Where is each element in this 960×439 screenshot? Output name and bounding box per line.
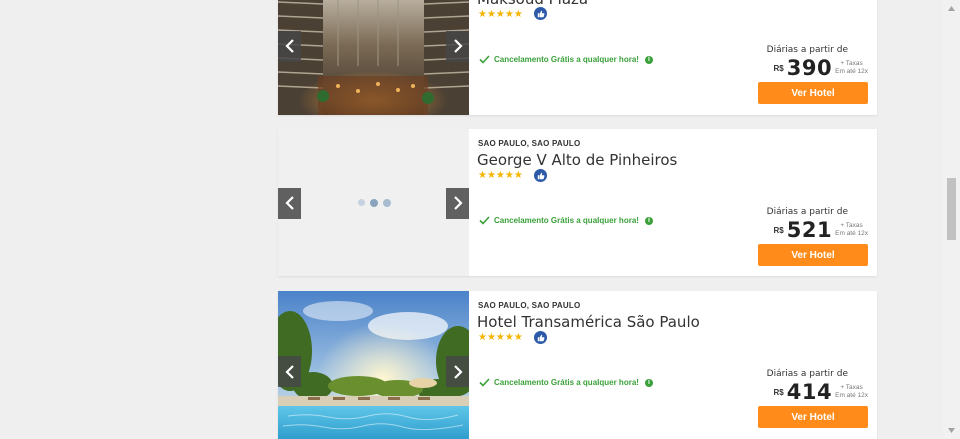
free-cancellation-text: Cancelamento Grátis a qualquer hora! — [494, 378, 639, 387]
check-icon — [479, 216, 490, 225]
hotel-info: SAO PAULO, SAO PAULO Hotel Transamérica … — [469, 291, 877, 439]
view-hotel-button[interactable]: Ver Hotel — [758, 82, 868, 104]
taxes-line: + Taxas — [840, 222, 863, 229]
hotel-stars: ★★★★★ — [478, 9, 523, 20]
price-currency: R$ — [773, 225, 784, 235]
view-hotel-button[interactable]: Ver Hotel — [758, 406, 868, 428]
hotel-photo[interactable] — [278, 291, 469, 439]
hotel-card: Maksoud Plaza ★★★★★ Cancelamento Grátis … — [278, 0, 877, 115]
chevron-left-icon — [284, 364, 294, 379]
price-taxes: + Taxas Em até 12x — [835, 384, 868, 400]
hotel-info: Maksoud Plaza ★★★★★ Cancelamento Grátis … — [469, 0, 877, 115]
hotel-stars: ★★★★★ — [478, 332, 523, 343]
photo-next-button[interactable] — [446, 356, 469, 387]
hotel-name[interactable]: Maksoud Plaza — [477, 0, 588, 8]
price-row: R$ 414 + Taxas Em até 12x — [774, 380, 868, 404]
chevron-right-icon — [453, 196, 463, 210]
free-cancellation-text: Cancelamento Grátis a qualquer hora! — [494, 55, 639, 64]
thumbs-up-icon — [534, 331, 547, 344]
check-icon — [479, 378, 490, 387]
photo-prev-button[interactable] — [278, 187, 301, 219]
photo-loading-indicator — [358, 199, 391, 207]
view-hotel-button[interactable]: Ver Hotel — [758, 244, 868, 266]
thumbs-up-icon — [534, 169, 547, 182]
hotel-photo-image — [278, 0, 469, 115]
hotel-photo[interactable] — [278, 129, 469, 276]
price-amount: 521 — [786, 218, 833, 242]
price-from-label: Diárias a partir de — [766, 45, 848, 55]
price-currency: R$ — [773, 387, 784, 397]
thumbs-up-icon — [534, 7, 547, 20]
scroll-up-button[interactable] — [943, 0, 960, 17]
free-cancellation: Cancelamento Grátis a qualquer hora! i — [479, 55, 653, 64]
price-from-label: Diárias a partir de — [766, 369, 848, 379]
price-row: R$ 521 + Taxas Em até 12x — [774, 218, 868, 242]
hotel-name[interactable]: George V Alto de Pinheiros — [477, 151, 677, 169]
chevron-left-icon — [284, 39, 294, 53]
chevron-right-icon — [453, 364, 463, 379]
hotel-info: SAO PAULO, SAO PAULO George V Alto de Pi… — [469, 129, 877, 276]
photo-prev-button[interactable] — [278, 356, 301, 387]
chevron-right-icon — [453, 39, 463, 53]
triangle-up-icon — [948, 6, 955, 11]
photo-prev-button[interactable] — [278, 30, 301, 62]
triangle-down-icon — [948, 428, 955, 433]
hotel-city: SAO PAULO, SAO PAULO — [478, 301, 581, 310]
info-icon[interactable]: i — [644, 216, 653, 225]
photo-next-button[interactable] — [446, 187, 469, 219]
price-amount: 390 — [786, 56, 833, 80]
hotel-card: SAO PAULO, SAO PAULO Hotel Transamérica … — [278, 291, 877, 439]
free-cancellation-text: Cancelamento Grátis a qualquer hora! — [494, 216, 639, 225]
installments-line: Em até 12x — [835, 230, 868, 237]
hotel-photo[interactable] — [278, 0, 469, 115]
page-scrollbar[interactable] — [943, 0, 960, 439]
free-cancellation: Cancelamento Grátis a qualquer hora! i — [479, 378, 653, 387]
hotel-name[interactable]: Hotel Transamérica São Paulo — [477, 313, 700, 331]
check-icon — [479, 55, 490, 64]
taxes-line: + Taxas — [840, 60, 863, 67]
info-icon[interactable]: i — [644, 378, 653, 387]
price-taxes: + Taxas Em até 12x — [835, 222, 868, 238]
price-taxes: + Taxas Em até 12x — [835, 60, 868, 76]
price-amount: 414 — [786, 380, 833, 404]
price-row: R$ 390 + Taxas Em até 12x — [774, 56, 868, 80]
chevron-left-icon — [284, 196, 294, 210]
info-icon[interactable]: i — [644, 55, 653, 64]
installments-line: Em até 12x — [835, 392, 868, 399]
taxes-line: + Taxas — [840, 384, 863, 391]
scrollbar-thumb[interactable] — [947, 178, 956, 240]
free-cancellation: Cancelamento Grátis a qualquer hora! i — [479, 216, 653, 225]
photo-next-button[interactable] — [446, 30, 469, 62]
hotel-stars: ★★★★★ — [478, 170, 523, 181]
hotel-card: SAO PAULO, SAO PAULO George V Alto de Pi… — [278, 129, 877, 276]
price-from-label: Diárias a partir de — [766, 207, 848, 217]
hotel-city: SAO PAULO, SAO PAULO — [478, 139, 581, 148]
scroll-down-button[interactable] — [943, 422, 960, 439]
price-currency: R$ — [773, 63, 784, 73]
hotel-photo-image — [278, 291, 469, 439]
installments-line: Em até 12x — [835, 68, 868, 75]
